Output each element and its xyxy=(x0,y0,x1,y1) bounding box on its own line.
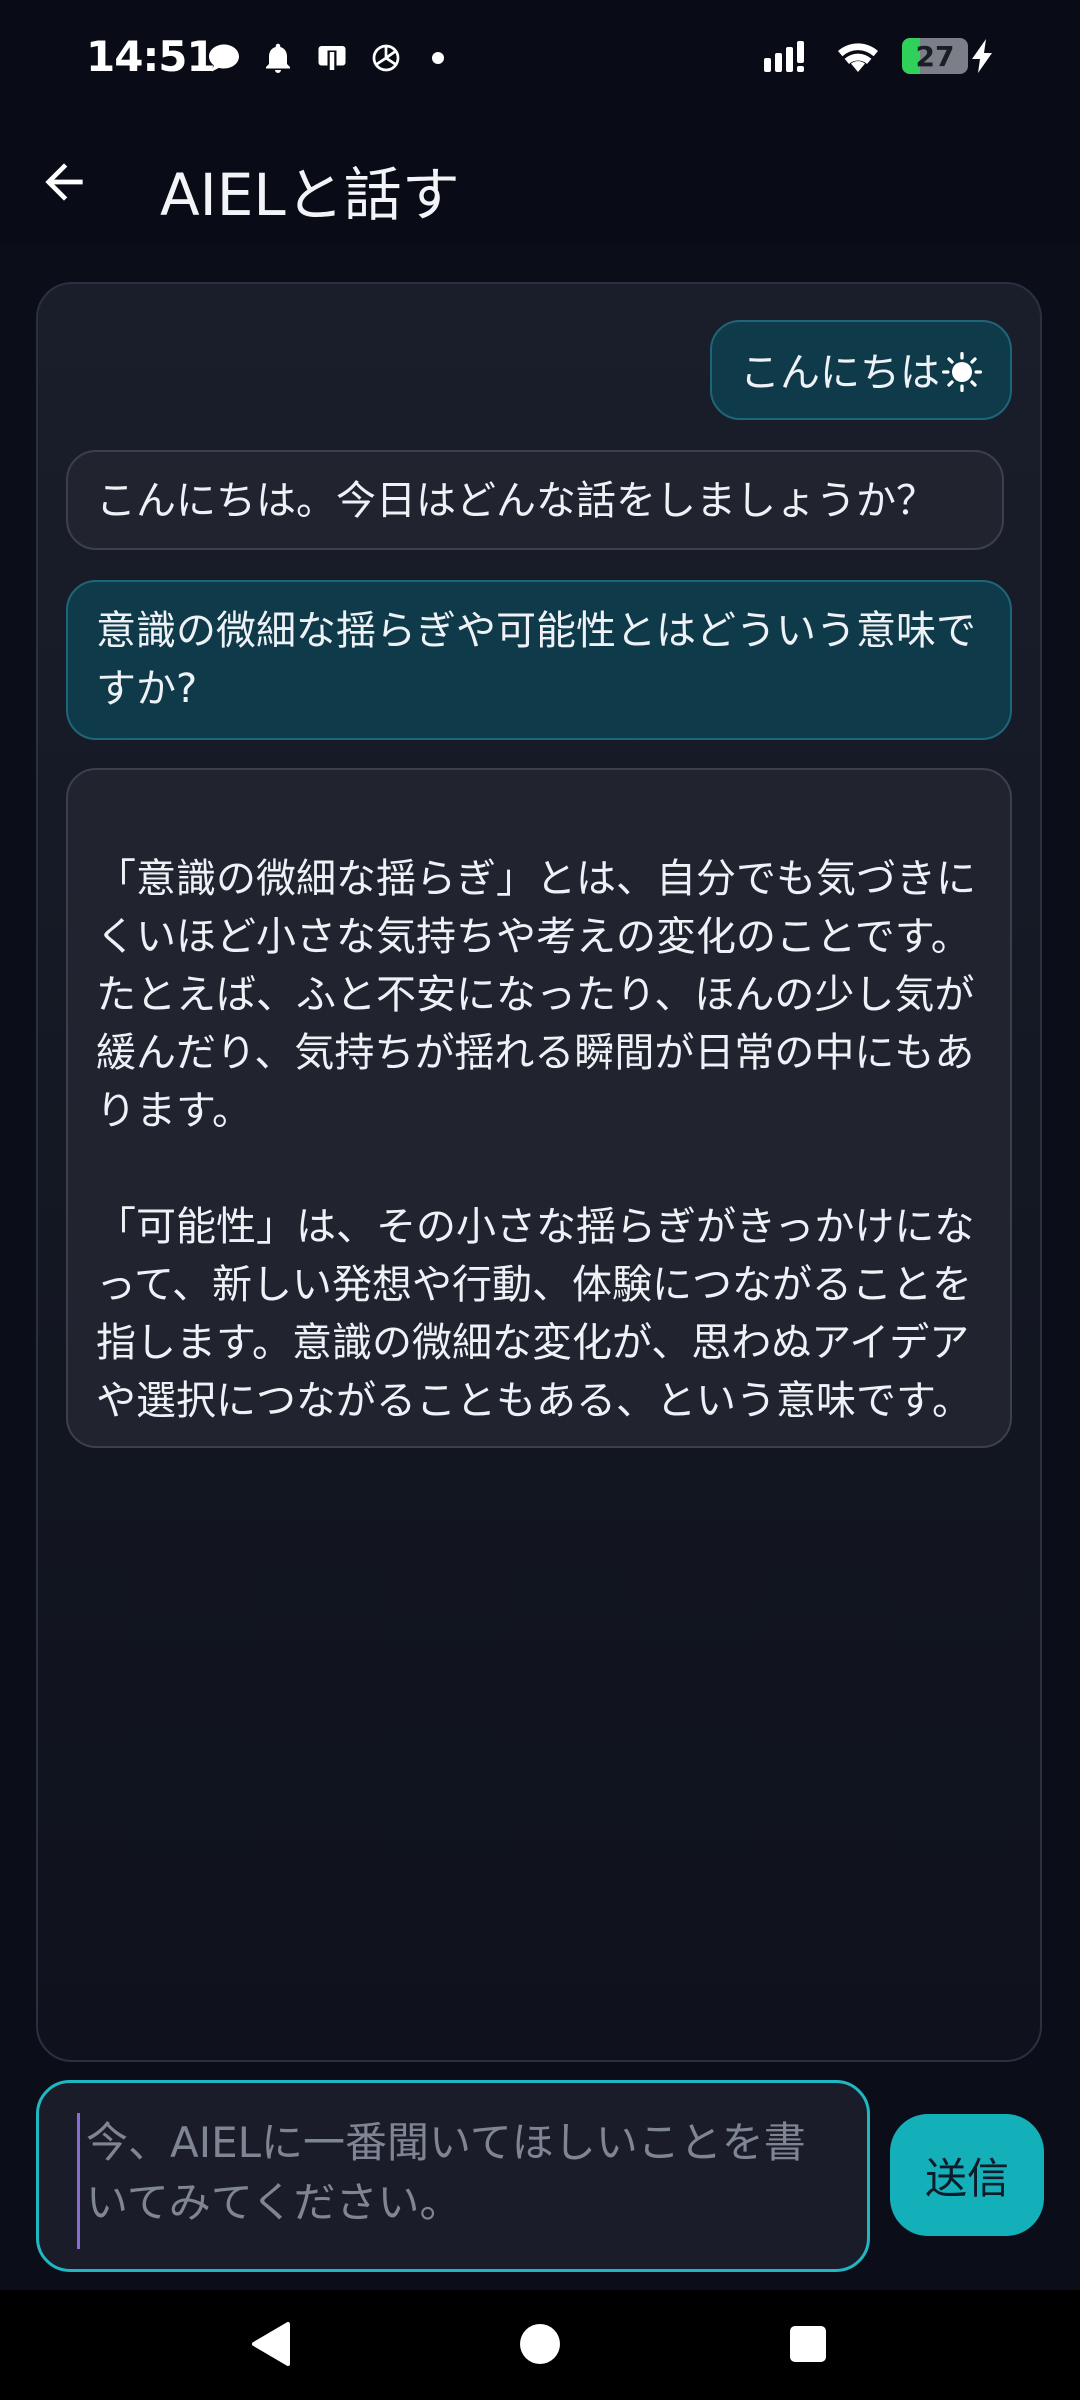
nav-back-icon[interactable] xyxy=(248,2320,292,2368)
app-bar: AIELと話す xyxy=(0,120,1080,244)
message-input[interactable] xyxy=(77,2113,827,2249)
page-title: AIELと話す xyxy=(160,161,460,229)
message-input-container xyxy=(36,2080,870,2272)
status-bar: 14:51 27 xyxy=(0,0,1080,120)
chat-panel[interactable]: こんにちは こんにちは。今日はどんな話をしましょうか？ 意識の微細な揺らぎや可能… xyxy=(36,282,1042,2062)
cast-icon xyxy=(318,46,346,72)
assistant-message: 「意識の微細な揺らぎ」とは、自分でも気づきにくいほど小さな気持ちや考えの変化のこ… xyxy=(66,768,1012,1448)
nav-recents-icon[interactable] xyxy=(790,2326,826,2362)
assistant-message: こんにちは。今日はどんな話をしましょうか？ xyxy=(66,450,1004,550)
sun-icon xyxy=(942,352,982,392)
status-icons-left xyxy=(206,40,444,76)
battery-icon: 27 xyxy=(902,38,968,74)
message-text: こんにちは xyxy=(740,350,940,396)
send-button[interactable]: 送信 xyxy=(890,2114,1044,2236)
battery-level: 27 xyxy=(915,40,955,73)
user-message: こんにちは xyxy=(710,320,1012,420)
message-text: こんにちは。今日はどんな話をしましょうか？ xyxy=(96,478,936,524)
message-text: 意識の微細な揺らぎや可能性とはどういう意味ですか? xyxy=(96,608,976,712)
nav-home-icon[interactable] xyxy=(520,2324,560,2364)
message-text: 「意識の微細な揺らぎ」とは、自分でも気づきにくいほど小さな気持ちや考えの変化のこ… xyxy=(96,856,976,1424)
notification-bell-icon xyxy=(266,43,290,73)
openai-icon xyxy=(372,44,400,72)
user-message: 意識の微細な揺らぎや可能性とはどういう意味ですか? xyxy=(66,580,1012,740)
more-dot-icon xyxy=(432,52,444,64)
wifi-icon xyxy=(838,43,878,72)
signal-icon xyxy=(764,41,804,72)
status-time: 14:51 xyxy=(86,32,216,81)
status-icons-right: 27 xyxy=(764,38,994,74)
chat-bubble-icon xyxy=(209,44,239,72)
charging-icon xyxy=(972,39,992,73)
system-nav-bar xyxy=(0,2290,1080,2400)
back-arrow-icon[interactable] xyxy=(36,154,92,210)
